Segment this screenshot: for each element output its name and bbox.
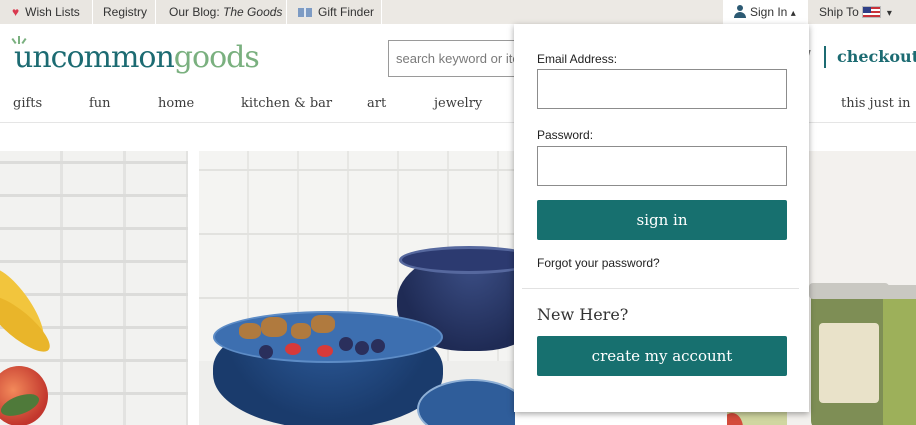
blog-name: The Goods	[223, 5, 283, 19]
blueberry	[371, 339, 385, 353]
forgot-password-link[interactable]: Forgot your password?	[537, 256, 660, 270]
jar-lid	[879, 285, 916, 299]
jar-shape	[883, 291, 916, 425]
blueberry	[259, 345, 273, 359]
gift-finder-label: Gift Finder	[318, 5, 375, 19]
hero-image-fruit[interactable]	[0, 151, 188, 425]
site-logo[interactable]: uncommongoods	[14, 40, 260, 76]
user-icon	[734, 5, 746, 18]
checkout-link[interactable]: checkout	[837, 46, 916, 68]
password-label: Password:	[537, 128, 594, 142]
jar-label	[819, 323, 879, 403]
create-account-button[interactable]: create my account	[537, 336, 787, 376]
sign-in-label: Sign In	[750, 5, 788, 19]
wish-lists-link[interactable]: ♥ Wish Lists	[0, 0, 93, 24]
logo-part-uncommon: uncommon	[14, 40, 175, 75]
header-divider	[824, 46, 826, 68]
chevron-down-icon: ▾	[886, 8, 892, 19]
email-label: Email Address:	[537, 52, 618, 66]
jar-lid	[809, 283, 889, 299]
granola-piece	[239, 323, 261, 339]
granola-piece	[291, 323, 311, 339]
blueberry	[339, 337, 353, 351]
new-here-heading: New Here?	[537, 305, 629, 324]
sign-in-dropdown: Email Address: Password: sign in Forgot …	[514, 24, 809, 412]
blog-link[interactable]: Our Blog: The Goods	[156, 0, 287, 24]
wish-lists-label: Wish Lists	[25, 5, 80, 19]
email-field[interactable]	[537, 69, 787, 109]
registry-link[interactable]: Registry	[93, 0, 156, 24]
nav-item-jewelry[interactable]: jewelry	[434, 95, 482, 113]
search-input[interactable]	[388, 40, 528, 77]
us-flag-icon	[861, 6, 881, 18]
granola-piece	[311, 315, 335, 333]
blog-prefix: Our Blog:	[169, 5, 220, 19]
blueberry	[355, 341, 369, 355]
nav-item-home[interactable]: home	[158, 95, 194, 113]
nav-item-kitchen-bar[interactable]: kitchen & bar	[241, 95, 332, 113]
heart-icon: ♥	[12, 5, 20, 19]
caret-up-icon: ▴	[790, 8, 796, 19]
sign-in-button[interactable]: sign in	[537, 200, 787, 240]
top-utility-bar: ♥ Wish Lists Registry Our Blog: The Goods…	[0, 0, 916, 24]
panel-divider	[522, 288, 799, 289]
gift-icon	[297, 5, 313, 17]
registry-label: Registry	[103, 5, 148, 19]
nav-item-art[interactable]: art	[367, 95, 386, 113]
nav-item-fun[interactable]: fun	[89, 95, 111, 113]
ship-to-selector[interactable]: Ship To ▾	[808, 0, 916, 24]
hero-image-bowls[interactable]	[199, 151, 515, 425]
nav-item-this-just-in[interactable]: this just in	[841, 95, 911, 113]
ship-to-label: Ship To	[819, 5, 859, 19]
granola-piece	[261, 317, 287, 337]
password-field[interactable]	[537, 146, 787, 186]
nav-item-gifts[interactable]: gifts	[13, 95, 42, 113]
logo-part-goods: goods	[173, 40, 260, 75]
strawberry	[317, 345, 333, 357]
gift-finder-link[interactable]: Gift Finder	[287, 0, 382, 24]
sign-in-toggle[interactable]: Sign In ▴	[723, 0, 808, 24]
strawberry	[285, 343, 301, 355]
